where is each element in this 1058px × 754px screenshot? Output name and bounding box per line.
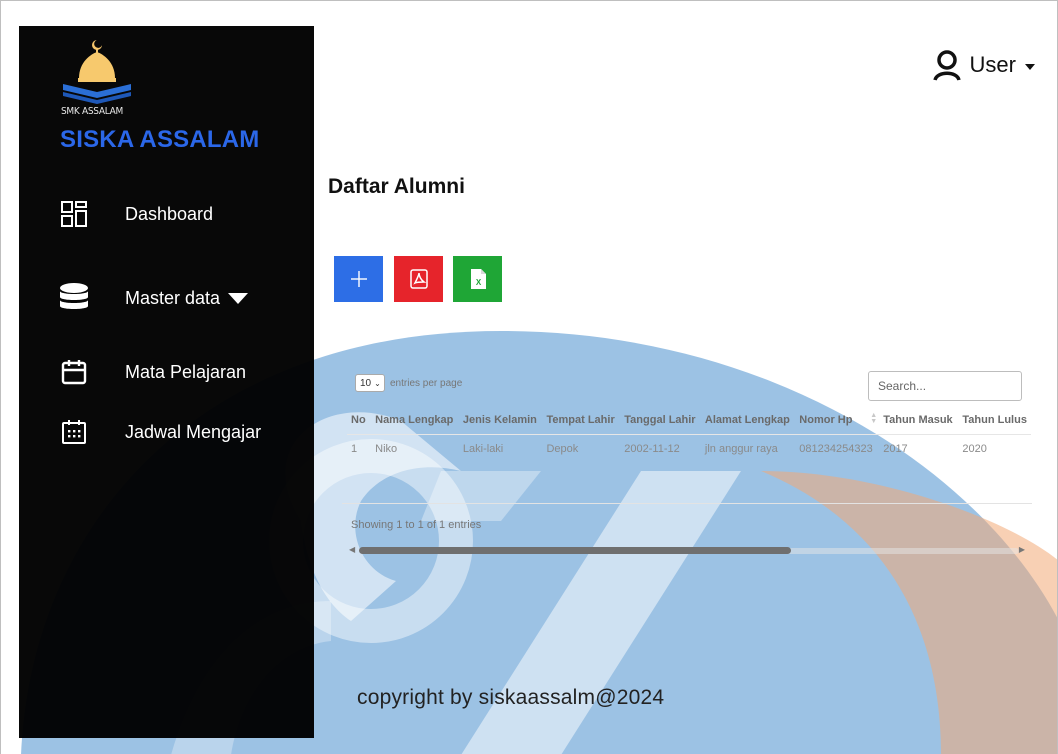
column-header[interactable]: Tempat Lahir <box>542 409 621 435</box>
sidebar-item-dashboard[interactable]: Dashboard <box>59 199 213 229</box>
user-icon <box>932 50 961 81</box>
sidebar-item-label: Mata Pelajaran <box>125 361 247 382</box>
scroll-left-icon[interactable]: ◀ <box>349 545 355 554</box>
table-cell: 1 <box>351 443 358 455</box>
sidebar-item-label: Dashboard <box>125 203 214 224</box>
column-header[interactable]: Tanggal Lahir <box>620 409 701 435</box>
entries-label: entries per page <box>390 377 463 389</box>
export-excel-button[interactable]: X <box>453 256 502 302</box>
caret-down-icon <box>228 293 249 305</box>
sidebar-item-label: Master data <box>125 288 249 309</box>
column-header[interactable]: Nama Lengkap <box>371 409 459 435</box>
pdf-icon <box>409 269 428 289</box>
alumni-table-wrapper: No Nama Lengkap Jenis Kelamin Tempat Lah… <box>347 409 1031 469</box>
table-cell: 2017 <box>883 443 908 455</box>
school-logo-icon <box>63 40 131 104</box>
column-header[interactable]: Jenis Kelamin <box>458 409 543 435</box>
export-pdf-button[interactable] <box>394 256 443 302</box>
sort-icon: ▲ ▼ <box>870 412 878 425</box>
scroll-right-icon[interactable]: ▶ <box>1019 545 1025 554</box>
sidebar: SMK ASSALAM SISKA ASSALAM Dashboard Mast… <box>19 26 314 738</box>
chevron-down-icon: ⌄ <box>374 378 381 388</box>
table-cell: 2020 <box>962 443 987 455</box>
footer-copyright: copyright by siskaassalm@2024 <box>357 686 665 709</box>
app-brand: SISKA ASSALAM <box>60 126 260 153</box>
column-header[interactable]: Tahun Lulus <box>958 409 1031 435</box>
column-header[interactable]: Tahun Masuk <box>879 409 959 435</box>
table-cell: Niko <box>375 443 398 455</box>
calendar-days-icon <box>59 417 89 447</box>
dashboard-grid-icon <box>59 199 89 229</box>
sidebar-item-jadwal-mengajar[interactable]: Jadwal Mengajar <box>59 417 261 447</box>
page-title: Daftar Alumni <box>328 175 465 198</box>
plus-icon <box>350 271 367 287</box>
search-input[interactable] <box>868 371 1022 401</box>
app-frame: SMK ASSALAM SISKA ASSALAM Dashboard Mast… <box>0 0 1058 754</box>
entries-select[interactable]: 10 ⌄ <box>355 374 385 392</box>
table-cell: Depok <box>546 443 579 455</box>
horizontal-scrollbar[interactable]: ◀ ▶ <box>347 544 1031 557</box>
column-header[interactable]: No <box>347 409 372 435</box>
add-button[interactable] <box>334 256 383 302</box>
sidebar-item-master-data[interactable]: Master data <box>59 283 249 313</box>
dropdown-caret-icon <box>1025 63 1035 70</box>
school-name: SMK ASSALAM <box>61 106 124 117</box>
user-menu[interactable]: User <box>932 49 1035 81</box>
table-info: Showing 1 to 1 of 1 entries <box>351 519 482 531</box>
table-header-row: No Nama Lengkap Jenis Kelamin Tempat Lah… <box>347 409 1031 435</box>
sidebar-item-mata-pelajaran[interactable]: Mata Pelajaran <box>59 357 246 387</box>
divider <box>342 503 1032 504</box>
column-header[interactable]: Nomor Hp ▲ ▼ <box>795 409 880 435</box>
entries-control: 10 ⌄ entries per page <box>355 374 462 392</box>
user-name: User <box>969 52 1016 77</box>
sidebar-item-label: Jadwal Mengajar <box>125 421 262 442</box>
scroll-thumb[interactable] <box>359 547 791 554</box>
table-cell: 081234254323 <box>799 443 873 455</box>
alumni-table: No Nama Lengkap Jenis Kelamin Tempat Lah… <box>347 409 1031 463</box>
excel-icon: X <box>470 269 486 289</box>
table-row: 1 Niko Laki-laki Depok 2002-11-12 jln an… <box>347 435 1031 464</box>
database-icon <box>59 283 89 313</box>
table-cell: 2002-11-12 <box>624 443 680 455</box>
svg-text:X: X <box>475 278 481 287</box>
table-cell: Laki-laki <box>462 443 504 455</box>
table-cell: jln anggur raya <box>704 443 778 455</box>
calendar-icon <box>59 357 89 387</box>
column-header[interactable]: Alamat Lengkap <box>700 409 796 435</box>
